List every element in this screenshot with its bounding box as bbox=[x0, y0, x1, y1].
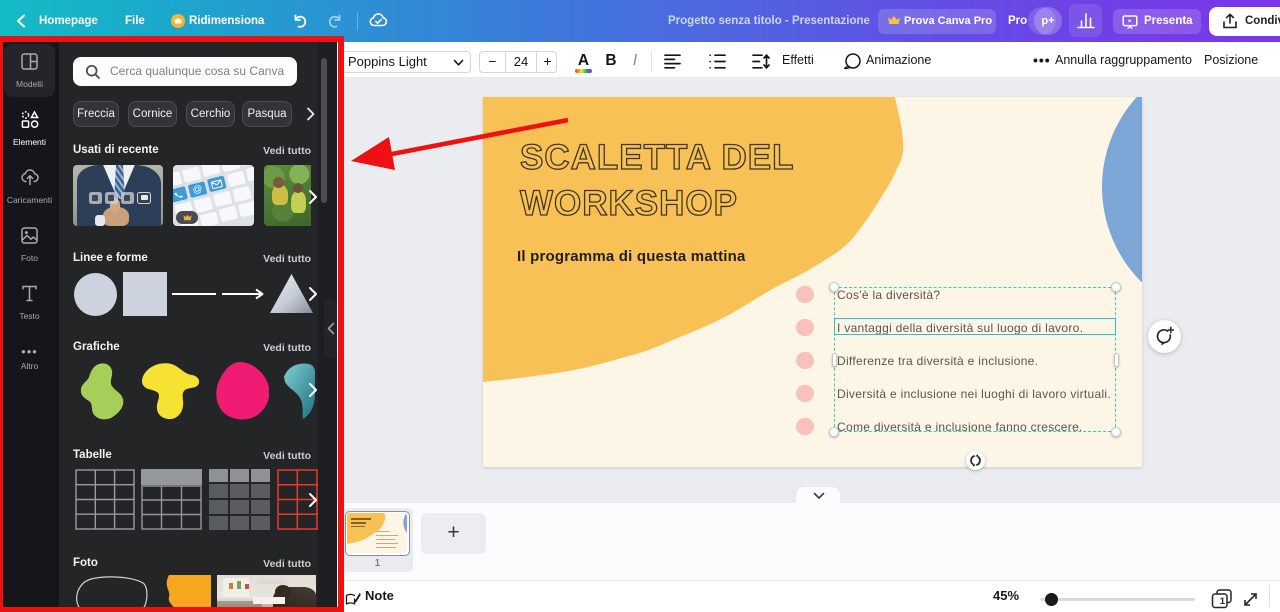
svg-text:1: 1 bbox=[1220, 596, 1226, 607]
